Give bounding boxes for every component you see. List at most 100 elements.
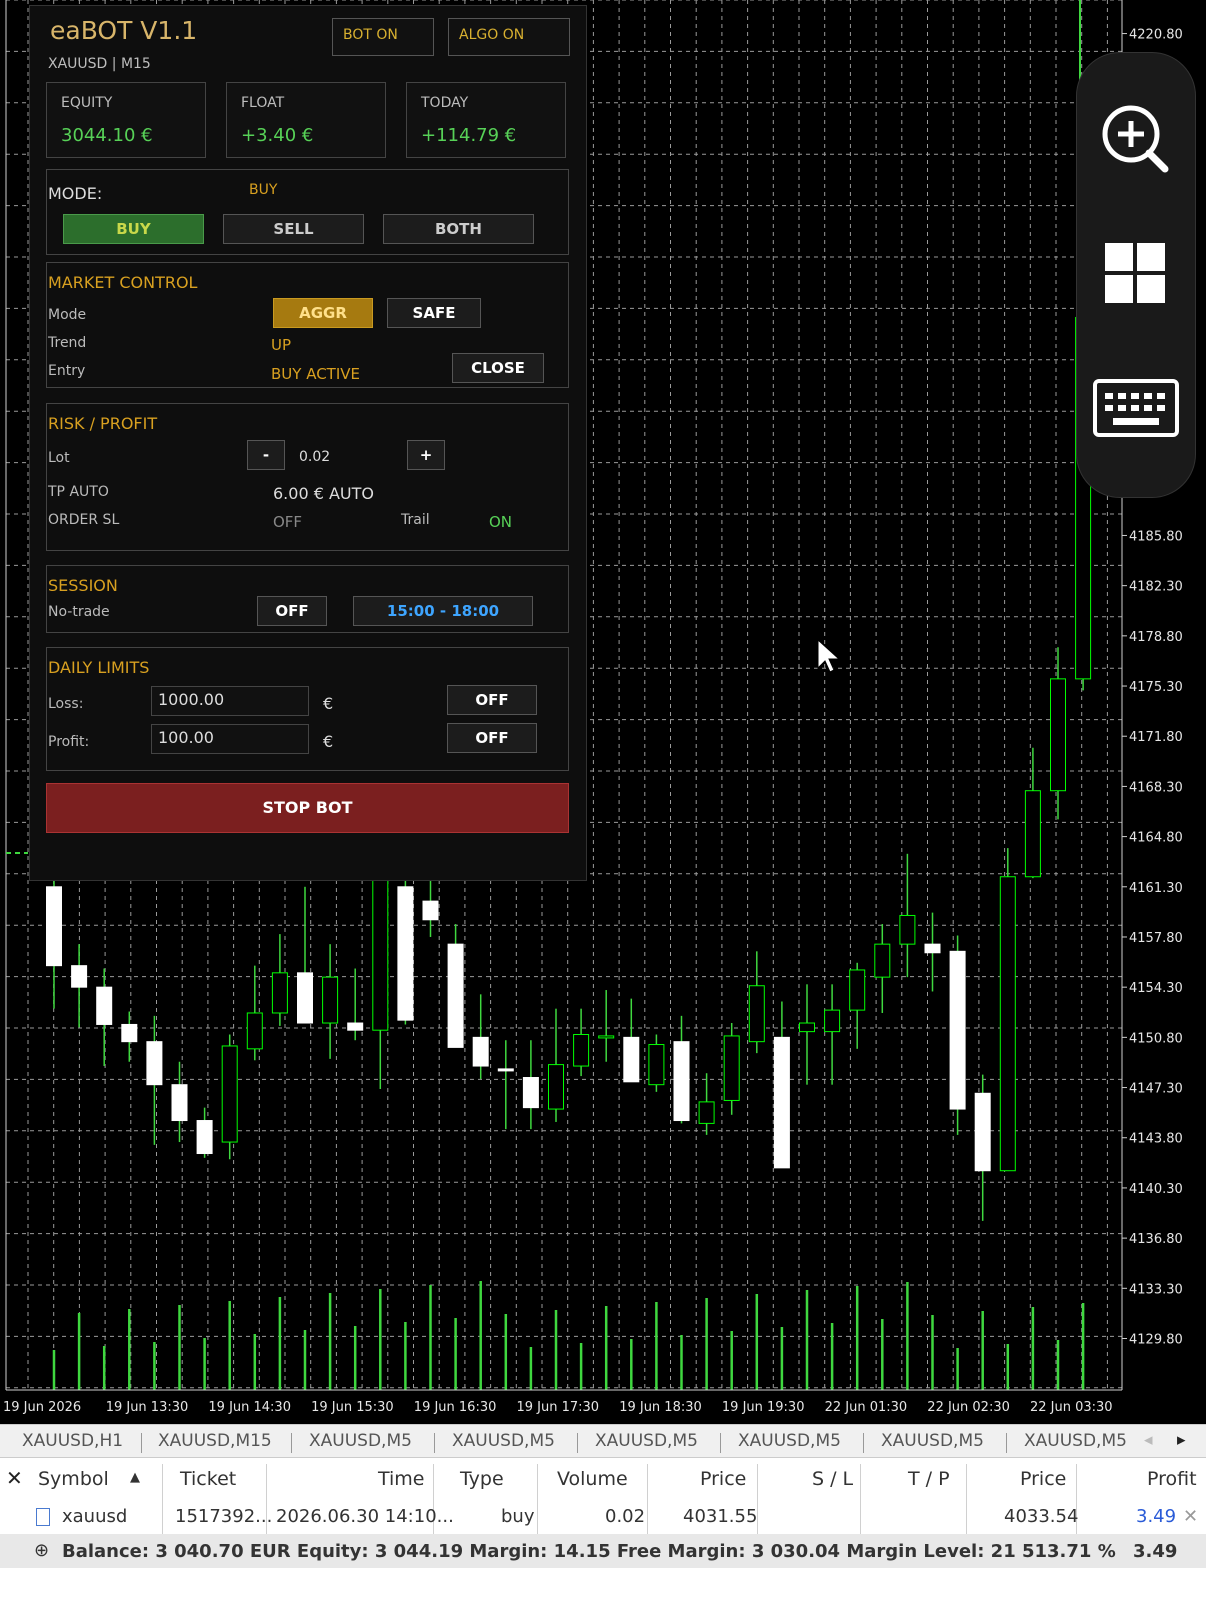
header-type[interactable]: Type [460,1468,504,1490]
candle-bearish [422,900,439,921]
mode-buy-button[interactable]: BUY [63,214,204,244]
loss-input[interactable]: 1000.00 [151,686,309,716]
time-label: 19 Jun 19:30 [722,1400,805,1415]
tp-auto-value: 6.00 € AUTO [273,484,374,503]
keyboard-icon[interactable] [1093,379,1179,437]
tab-separator [141,1433,142,1453]
position-icon [36,1508,50,1526]
close-panel-icon[interactable]: ✕ [6,1466,23,1490]
tab-xauusd-m5-3[interactable]: XAUUSD,M5 [595,1431,698,1451]
candle-bullish [899,914,916,945]
sort-ascending-icon[interactable]: ▲ [130,1470,140,1485]
candle-bearish [522,1077,539,1109]
bot-on-button[interactable]: BOT ON [332,18,434,56]
mode-sell-button[interactable]: SELL [223,214,364,244]
price-label: 4147.30 [1129,1082,1183,1097]
windows-grid-icon[interactable] [1105,243,1165,303]
candle-bullish [271,972,288,1014]
balance-profit: 3.49 [1133,1541,1178,1562]
tab-xauusd-m5-1[interactable]: XAUUSD,M5 [309,1431,412,1451]
cell-profit: 3.49 [1136,1506,1177,1527]
cell-time: 2026.06.30 14:10... [276,1506,454,1527]
header-tp[interactable]: T / P [908,1468,950,1490]
loss-off-button[interactable]: OFF [447,685,537,715]
algo-on-button[interactable]: ALGO ON [448,18,570,56]
time-label: 19 Jun 2026 [3,1400,81,1415]
lot-label: Lot [48,450,70,466]
tab-xauusd-m15[interactable]: XAUUSD,M15 [158,1431,272,1451]
header-profit[interactable]: Profit [1147,1468,1197,1490]
lot-value: 0.02 [299,449,331,465]
price-label: 4171.80 [1129,730,1183,745]
price-label: 4182.30 [1129,580,1183,595]
profit-input[interactable]: 100.00 [151,724,309,754]
today-label: TODAY [421,95,469,111]
price-label: 4157.80 [1129,931,1183,946]
tab-xauusd-m5-5[interactable]: XAUUSD,M5 [881,1431,984,1451]
header-sl[interactable]: S / L [812,1468,853,1490]
cell-ticket: 1517392... [175,1506,273,1527]
close-position-icon[interactable]: ✕ [1183,1506,1198,1527]
float-box: FLOAT +3.40 € [226,82,386,158]
tab-separator [720,1433,721,1453]
header-time[interactable]: Time [378,1468,425,1490]
tab-xauusd-m5-4[interactable]: XAUUSD,M5 [738,1431,841,1451]
candle-bearish [46,886,62,967]
header-ticket[interactable]: Ticket [180,1468,236,1490]
session-range-field[interactable]: 15:00 - 18:00 [353,596,533,626]
tab-scroll-left-icon[interactable]: ◂ [1144,1430,1153,1450]
candle-bullish [799,1022,815,1033]
time-label: 19 Jun 18:30 [619,1400,702,1415]
candle-bullish [246,1012,263,1050]
zoom-in-icon[interactable] [1102,105,1169,173]
table-row[interactable]: xauusd 1517392... 2026.06.30 14:10... bu… [0,1498,1206,1534]
risk-profit-section: RISK / PROFIT Lot - 0.02 + TP AUTO 6.00 … [46,403,569,551]
zoom-toolbar [1076,52,1196,498]
tab-separator [434,1433,435,1453]
header-symbol[interactable]: Symbol [38,1468,109,1490]
safe-button[interactable]: SAFE [387,298,481,328]
candle-bearish [397,886,414,1021]
header-current-price[interactable]: Price [1020,1468,1066,1490]
today-box: TODAY +114.79 € [406,82,566,158]
profit-label: Profit: [48,734,90,750]
panel-subtitle: XAUUSD | M15 [48,56,151,72]
profit-off-button[interactable]: OFF [447,723,537,753]
candle-bullish [1050,678,1066,792]
lot-decrease-button[interactable]: - [247,440,285,470]
equity-box: EQUITY 3044.10 € [46,82,206,158]
market-control-title: MARKET CONTROL [48,273,198,292]
loss-label: Loss: [48,696,84,712]
tab-scroll-right-icon[interactable]: ▸ [1177,1430,1186,1450]
candle-bearish [196,1120,213,1155]
stop-bot-button[interactable]: STOP BOT [46,783,569,833]
tab-xauusd-h1[interactable]: XAUUSD,H1 [22,1431,123,1451]
candle-bearish [673,1041,690,1122]
tab-xauusd-m5-2[interactable]: XAUUSD,M5 [452,1431,555,1451]
order-sl-label: ORDER SL [48,512,120,528]
trail-value[interactable]: ON [489,513,512,531]
price-label: 4140.30 [1129,1182,1183,1197]
today-value: +114.79 € [421,125,517,146]
header-volume[interactable]: Volume [557,1468,628,1490]
aggr-button[interactable]: AGGR [273,298,373,328]
tab-xauusd-m5-6[interactable]: XAUUSD,M5 [1024,1431,1127,1451]
header-price[interactable]: Price [700,1468,746,1490]
equity-label: EQUITY [61,95,113,111]
lot-increase-button[interactable]: + [407,440,445,470]
mouse-cursor-icon [817,638,841,673]
expand-icon[interactable]: ⊕ [34,1540,49,1561]
daily-limits-section: DAILY LIMITS Loss: 1000.00 € OFF Profit:… [46,647,569,771]
balance-summary: Balance: 3 040.70 EUR Equity: 3 044.19 M… [62,1541,1116,1562]
session-off-button[interactable]: OFF [257,596,327,626]
price-label: 4143.80 [1129,1132,1183,1147]
order-sl-value[interactable]: OFF [273,513,302,531]
candle-bearish [447,943,464,1048]
mode-both-button[interactable]: BOTH [383,214,534,244]
close-button[interactable]: CLOSE [452,353,544,383]
time-label: 22 Jun 03:30 [1030,1400,1113,1415]
risk-profit-title: RISK / PROFIT [48,414,158,433]
candle-bullish [1024,790,1041,878]
float-value: +3.40 € [241,125,314,146]
candle-bearish [924,943,941,954]
